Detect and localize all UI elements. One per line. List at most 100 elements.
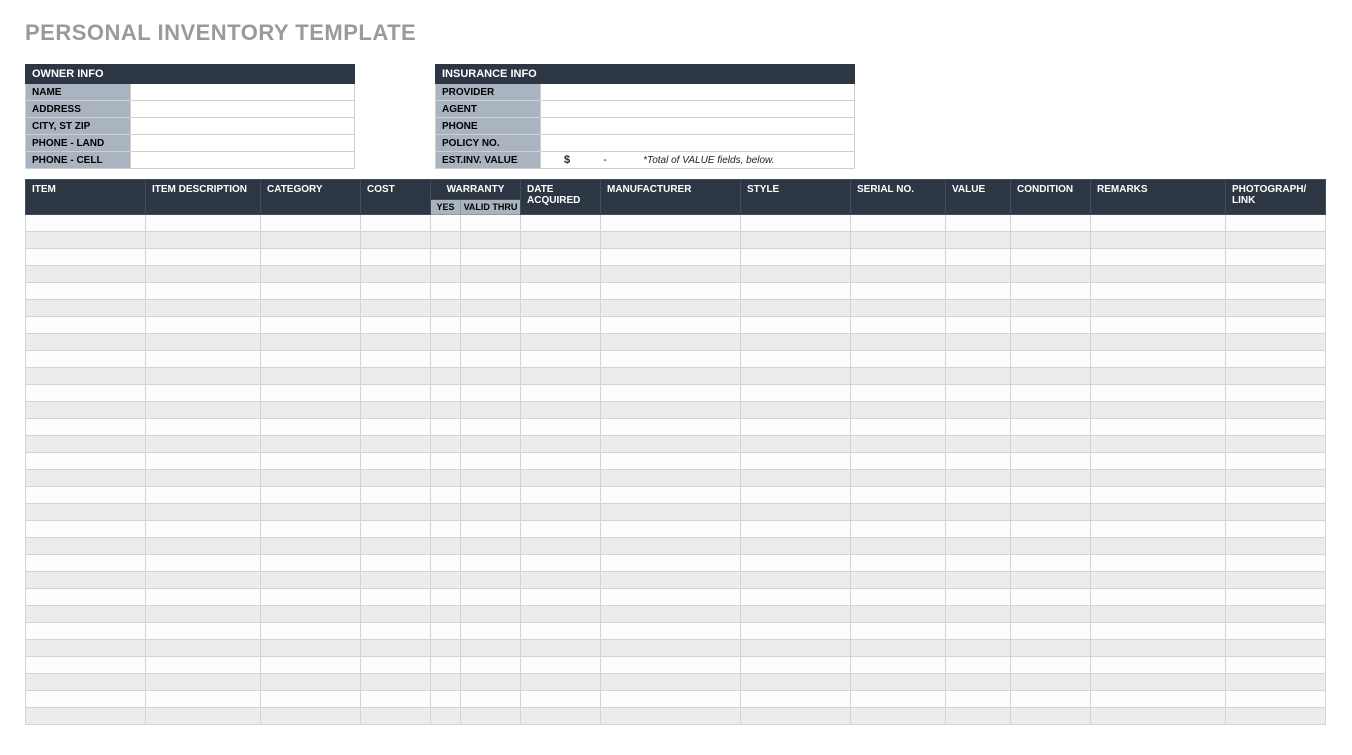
inventory-cell[interactable] [461,708,521,725]
inventory-cell[interactable] [261,334,361,351]
inventory-cell[interactable] [601,589,741,606]
inventory-cell[interactable] [431,215,461,232]
inventory-cell[interactable] [1226,589,1326,606]
inventory-cell[interactable] [361,215,431,232]
inventory-cell[interactable] [1091,674,1226,691]
inventory-cell[interactable] [261,538,361,555]
inventory-cell[interactable] [261,283,361,300]
inventory-cell[interactable] [741,283,851,300]
inventory-cell[interactable] [741,266,851,283]
inventory-cell[interactable] [461,504,521,521]
inventory-cell[interactable] [461,555,521,572]
inventory-cell[interactable] [26,674,146,691]
inventory-cell[interactable] [431,385,461,402]
inventory-cell[interactable] [431,232,461,249]
inventory-cell[interactable] [601,368,741,385]
inventory-cell[interactable] [361,538,431,555]
inventory-cell[interactable] [851,538,946,555]
inventory-cell[interactable] [601,419,741,436]
inventory-cell[interactable] [461,606,521,623]
inventory-cell[interactable] [461,521,521,538]
inventory-cell[interactable] [741,640,851,657]
inventory-cell[interactable] [946,623,1011,640]
inventory-cell[interactable] [1226,266,1326,283]
inventory-cell[interactable] [1011,300,1091,317]
inventory-cell[interactable] [146,283,261,300]
inventory-cell[interactable] [741,538,851,555]
inventory-cell[interactable] [431,538,461,555]
inventory-cell[interactable] [261,691,361,708]
inventory-cell[interactable] [1011,640,1091,657]
inventory-cell[interactable] [261,708,361,725]
inventory-cell[interactable] [431,266,461,283]
inventory-cell[interactable] [521,317,601,334]
inventory-cell[interactable] [431,351,461,368]
inventory-cell[interactable] [261,521,361,538]
inventory-cell[interactable] [431,674,461,691]
inventory-cell[interactable] [1091,283,1226,300]
inventory-cell[interactable] [601,657,741,674]
inventory-cell[interactable] [1226,385,1326,402]
inventory-cell[interactable] [851,555,946,572]
inventory-cell[interactable] [601,232,741,249]
inventory-cell[interactable] [1011,572,1091,589]
inventory-cell[interactable] [261,623,361,640]
inventory-cell[interactable] [461,351,521,368]
inventory-cell[interactable] [1091,385,1226,402]
inventory-cell[interactable] [431,606,461,623]
inventory-cell[interactable] [361,266,431,283]
inventory-cell[interactable] [361,572,431,589]
inventory-cell[interactable] [851,232,946,249]
owner-value-cell[interactable] [131,152,355,169]
inventory-cell[interactable] [521,232,601,249]
inventory-cell[interactable] [1091,555,1226,572]
inventory-cell[interactable] [1226,555,1326,572]
inventory-cell[interactable] [1011,283,1091,300]
inventory-cell[interactable] [461,487,521,504]
inventory-cell[interactable] [1011,249,1091,266]
inventory-cell[interactable] [946,606,1011,623]
inventory-cell[interactable] [1091,589,1226,606]
inventory-cell[interactable] [431,419,461,436]
inventory-cell[interactable] [361,385,431,402]
inventory-cell[interactable] [601,351,741,368]
inventory-cell[interactable] [146,402,261,419]
inventory-cell[interactable] [946,453,1011,470]
inventory-cell[interactable] [361,623,431,640]
inventory-cell[interactable] [361,470,431,487]
inventory-cell[interactable] [431,436,461,453]
inventory-cell[interactable] [26,657,146,674]
inventory-cell[interactable] [601,453,741,470]
inventory-cell[interactable] [26,266,146,283]
inventory-cell[interactable] [261,504,361,521]
inventory-cell[interactable] [431,623,461,640]
inventory-cell[interactable] [521,691,601,708]
inventory-cell[interactable] [431,521,461,538]
inventory-cell[interactable] [26,470,146,487]
inventory-cell[interactable] [521,708,601,725]
inventory-cell[interactable] [361,402,431,419]
inventory-cell[interactable] [1226,419,1326,436]
inventory-cell[interactable] [946,538,1011,555]
inventory-cell[interactable] [601,606,741,623]
inventory-cell[interactable] [26,708,146,725]
insurance-value-cell[interactable] [541,84,855,101]
inventory-cell[interactable] [146,572,261,589]
inventory-cell[interactable] [361,708,431,725]
inventory-cell[interactable] [946,300,1011,317]
inventory-cell[interactable] [741,419,851,436]
inventory-cell[interactable] [741,351,851,368]
inventory-cell[interactable] [741,606,851,623]
inventory-cell[interactable] [1011,215,1091,232]
inventory-cell[interactable] [851,691,946,708]
inventory-cell[interactable] [26,453,146,470]
inventory-cell[interactable] [461,572,521,589]
inventory-cell[interactable] [1226,300,1326,317]
inventory-cell[interactable] [1226,249,1326,266]
inventory-cell[interactable] [521,385,601,402]
inventory-cell[interactable] [431,708,461,725]
inventory-cell[interactable] [261,215,361,232]
inventory-cell[interactable] [1091,351,1226,368]
inventory-cell[interactable] [1226,691,1326,708]
inventory-cell[interactable] [946,640,1011,657]
